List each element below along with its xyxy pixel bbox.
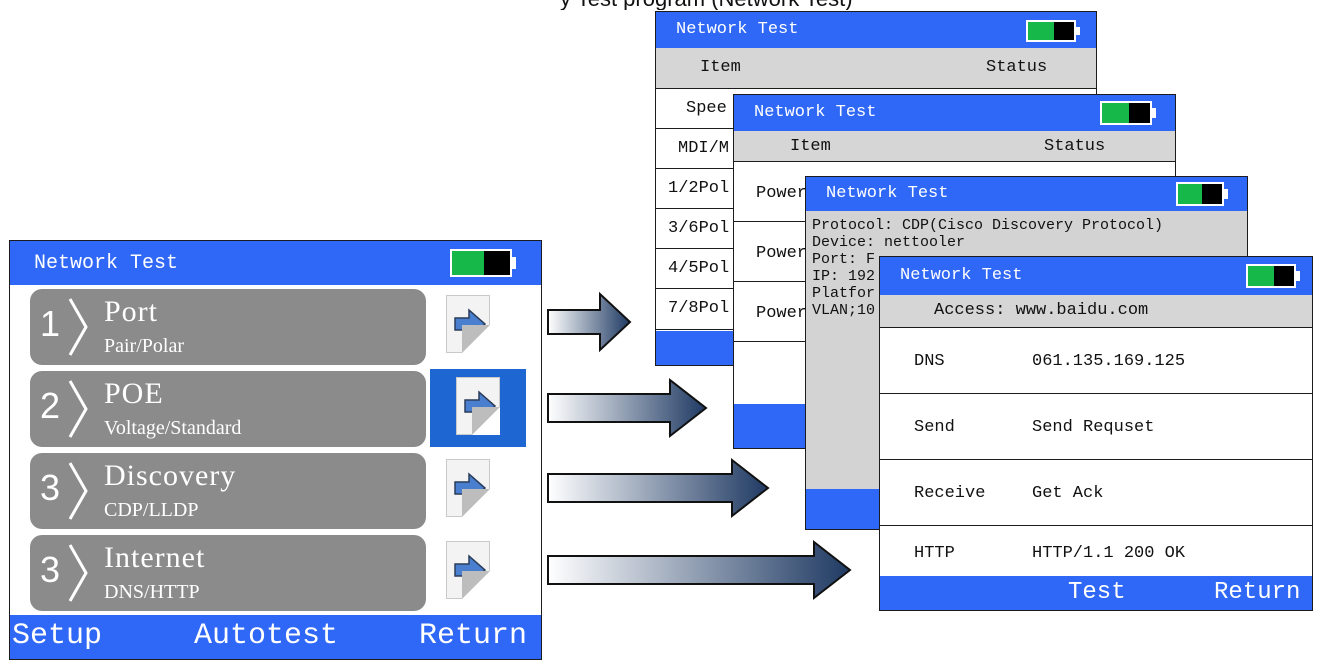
- menu-item-subtitle: CDP/LLDP: [104, 499, 199, 521]
- flow-arrow-icon: [547, 457, 770, 519]
- return-button[interactable]: Return: [419, 619, 527, 653]
- flow-arrow-icon: [547, 291, 632, 353]
- inet-title: Network Test: [900, 266, 1023, 285]
- table-row: DNS 061.135.169.125: [880, 327, 1312, 394]
- battery-icon: [1246, 264, 1300, 288]
- table-row: Send Send Requset: [880, 393, 1312, 460]
- port-table-header: Item Status: [656, 48, 1096, 88]
- menu-item-number: 3: [40, 467, 61, 508]
- go-button-internet[interactable]: [438, 537, 498, 605]
- main-title-bar: Network Test: [10, 241, 541, 285]
- menu-item-title: Internet: [104, 541, 206, 574]
- inet-title-bar: Network Test: [880, 257, 1312, 295]
- inet-footer: Test Return: [880, 576, 1312, 610]
- access-url: Access: www.baidu.com: [934, 301, 1149, 320]
- return-button[interactable]: Return: [1214, 579, 1300, 606]
- go-button-discovery[interactable]: [438, 455, 498, 523]
- menu-item-title: Discovery: [104, 459, 237, 492]
- poe-title: Network Test: [754, 103, 877, 122]
- battery-icon: [1176, 182, 1228, 206]
- disc-line: Protocol: CDP(Cisco Discovery Protocol): [812, 217, 1164, 234]
- setup-button[interactable]: Setup: [12, 619, 102, 653]
- menu-item-port[interactable]: 1 Port Pair/Polar: [30, 289, 426, 365]
- chevron-icon: [68, 298, 88, 356]
- battery-icon: [450, 249, 516, 277]
- access-header: Access: www.baidu.com: [880, 295, 1312, 327]
- menu-item-number: 3: [40, 549, 61, 590]
- flow-arrow-icon: [547, 539, 852, 601]
- go-button-port[interactable]: [438, 291, 498, 359]
- disc-title: Network Test: [826, 184, 949, 203]
- poe-title-bar: Network Test: [734, 95, 1175, 131]
- menu-item-number: 1: [40, 303, 61, 344]
- col-item: Item: [790, 137, 831, 156]
- menu-item-poe[interactable]: 2 POE Voltage/Standard: [30, 371, 426, 447]
- table-row: HTTP HTTP/1.1 200 OK: [880, 525, 1312, 582]
- disc-line: Device: nettooler: [812, 234, 966, 251]
- go-button-poe[interactable]: [430, 369, 526, 447]
- chevron-icon: [68, 544, 88, 602]
- main-footer: Setup Autotest Return: [10, 615, 541, 659]
- col-status: Status: [1044, 137, 1106, 156]
- table-row: Receive Get Ack: [880, 459, 1312, 526]
- menu-item-number: 2: [40, 385, 61, 426]
- internet-window: Network Test Access: www.baidu.com DNS 0…: [879, 256, 1313, 611]
- main-menu-window: Network Test 1 Port Pair/Polar 2 POE Vol…: [9, 240, 542, 660]
- port-title-bar: Network Test: [656, 12, 1096, 48]
- menu-item-discovery[interactable]: 3 Discovery CDP/LLDP: [30, 453, 426, 529]
- col-item: Item: [700, 58, 741, 77]
- main-title: Network Test: [34, 252, 179, 275]
- port-title: Network Test: [676, 20, 799, 39]
- flow-arrow-icon: [547, 377, 708, 439]
- menu-item-subtitle: Voltage/Standard: [104, 417, 242, 439]
- caption: y Test program (Network Test): [560, 0, 1323, 10]
- chevron-icon: [68, 380, 88, 438]
- menu-item-subtitle: Pair/Polar: [104, 335, 184, 357]
- disc-title-bar: Network Test: [806, 177, 1247, 211]
- menu-item-internet[interactable]: 3 Internet DNS/HTTP: [30, 535, 426, 611]
- menu-item-title: Port: [104, 295, 159, 328]
- chevron-icon: [68, 462, 88, 520]
- menu-item-subtitle: DNS/HTTP: [104, 581, 200, 603]
- col-status: Status: [986, 58, 1048, 77]
- test-button[interactable]: Test: [1068, 579, 1126, 606]
- battery-icon: [1026, 20, 1080, 42]
- autotest-button[interactable]: Autotest: [194, 619, 338, 653]
- poe-table-header: Item Status: [734, 131, 1175, 161]
- battery-icon: [1100, 101, 1156, 125]
- menu-item-title: POE: [104, 377, 164, 410]
